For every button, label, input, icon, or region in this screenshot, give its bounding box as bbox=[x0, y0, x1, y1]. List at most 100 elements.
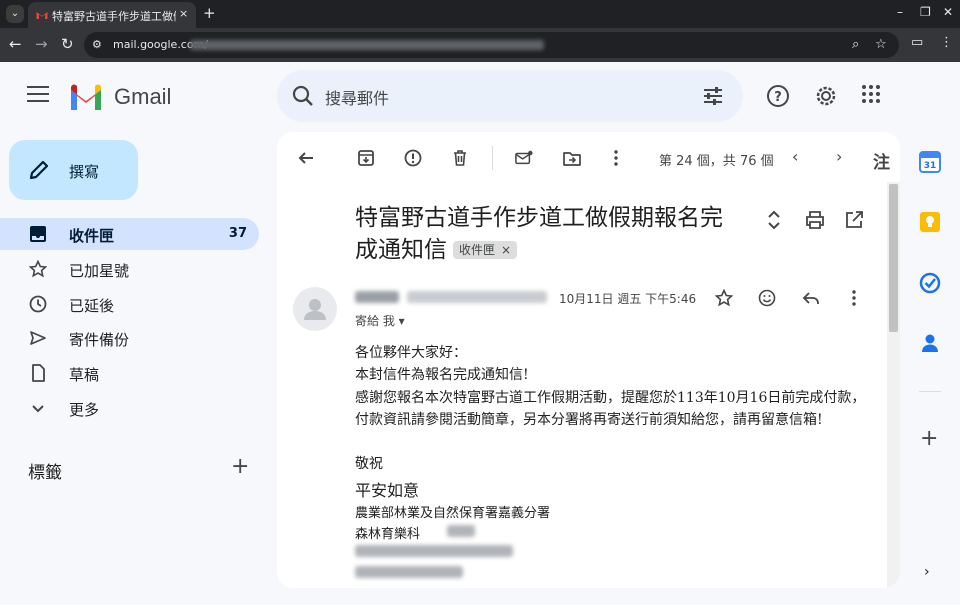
labels-heading: 標籤 bbox=[28, 463, 62, 483]
search-icon[interactable] bbox=[291, 84, 315, 108]
pencil-icon bbox=[29, 160, 49, 180]
body-line-3: 付款資訊請參閱活動簡章，另本分署將再寄送行前須知給您，請再留意信箱! bbox=[355, 412, 823, 428]
sender-email-redacted bbox=[407, 291, 547, 303]
pagination-text: 第 24 個，共 76 個 bbox=[659, 154, 774, 169]
browser-toolbar: ← → ↻ ⚙ mail.google.com/ ⌕ ☆ ▭ ⋮ bbox=[0, 28, 960, 62]
contacts-icon[interactable] bbox=[919, 332, 941, 354]
star-icon[interactable] bbox=[715, 289, 733, 307]
gmail-header: Gmail 搜尋郵件 ? bbox=[0, 62, 960, 132]
tab-title: 特富野古道手作步道工做假期報 bbox=[52, 10, 176, 23]
sidebar-item-snoozed[interactable]: 已延後 bbox=[0, 288, 259, 320]
browser-menu-icon[interactable]: ⋮ bbox=[940, 35, 953, 50]
signature-fax-redacted bbox=[355, 566, 463, 578]
recipient-details-toggle[interactable]: 寄給 我 ▾ bbox=[355, 312, 405, 329]
body-line-2: 感謝您報名本次特富野古道工作假期活動，提醒您於113年10月16日前完成付款， bbox=[355, 390, 866, 406]
person-icon bbox=[304, 299, 326, 320]
sidebar-item-sent[interactable]: 寄件備份 bbox=[0, 322, 259, 354]
add-label-button[interactable]: + bbox=[231, 454, 249, 479]
chevron-left-icon[interactable]: ‹ bbox=[792, 147, 798, 166]
main-menu-icon[interactable] bbox=[27, 86, 49, 106]
sidebar-item-label: 草稿 bbox=[69, 366, 100, 384]
signature-dept: 森林育樂科 bbox=[355, 527, 421, 542]
reload-icon[interactable]: ↻ bbox=[61, 35, 74, 53]
more-options-icon[interactable] bbox=[607, 149, 625, 167]
chevron-down-icon bbox=[32, 405, 44, 413]
gmail-logo-icon bbox=[71, 84, 101, 110]
tasks-icon[interactable] bbox=[919, 272, 941, 294]
minimize-button[interactable]: – bbox=[897, 5, 903, 19]
restore-button[interactable]: ❐ bbox=[920, 5, 931, 19]
emoji-reaction-icon[interactable] bbox=[758, 289, 776, 307]
sidebar-item-inbox[interactable]: 收件匣 37 bbox=[0, 218, 259, 250]
archive-icon[interactable] bbox=[357, 149, 375, 167]
browser-tab-strip: ⌄ 特富野古道手作步道工做假期報 × + – ❐ ✕ bbox=[0, 0, 960, 28]
url-redacted bbox=[190, 40, 544, 50]
svg-text:?: ? bbox=[774, 90, 782, 105]
back-to-inbox-icon[interactable] bbox=[297, 149, 315, 167]
compose-label: 撰寫 bbox=[69, 163, 100, 181]
chevron-right-icon[interactable]: › bbox=[836, 147, 842, 166]
show-side-panel-chevron-icon[interactable]: › bbox=[924, 564, 930, 580]
forward-arrow-icon[interactable]: → bbox=[35, 35, 48, 53]
report-spam-icon[interactable] bbox=[404, 149, 422, 167]
sidebar-item-more[interactable]: 更多 bbox=[0, 392, 259, 424]
new-tab-button[interactable]: + bbox=[203, 4, 216, 22]
help-icon[interactable]: ? bbox=[766, 84, 790, 108]
site-info-icon[interactable]: ⚙ bbox=[92, 38, 102, 51]
print-icon[interactable] bbox=[805, 210, 825, 230]
sender-name-redacted bbox=[355, 291, 399, 303]
expand-collapse-icon[interactable] bbox=[767, 210, 781, 230]
label-chip-text: 收件匣 bbox=[459, 243, 496, 257]
keep-notes-icon[interactable] bbox=[919, 211, 941, 233]
email-date: 10月11日 週五 下午5:46 bbox=[559, 292, 697, 306]
sidebar-item-label: 已延後 bbox=[69, 297, 115, 315]
body-wish: 平安如意 bbox=[355, 481, 420, 500]
back-arrow-icon[interactable]: ← bbox=[9, 35, 22, 53]
sidebar-item-starred[interactable]: 已加星號 bbox=[0, 253, 259, 285]
side-panel: 31 + › bbox=[900, 132, 960, 605]
body-closing: 敬祝 bbox=[355, 456, 383, 472]
search-bar[interactable]: 搜尋郵件 bbox=[277, 70, 743, 122]
email-view: 第 24 個，共 76 個 ‹ › 注 特富野古道手作步道工做假期報名完成通知信… bbox=[277, 132, 900, 588]
message-more-icon[interactable] bbox=[845, 289, 863, 307]
calendar-day: 31 bbox=[924, 161, 937, 171]
delete-trash-icon[interactable] bbox=[451, 149, 469, 167]
remove-label-button[interactable]: × bbox=[501, 243, 511, 257]
compose-button[interactable]: 撰寫 bbox=[9, 140, 138, 200]
signature-phone-redacted bbox=[355, 545, 513, 557]
sidebar-item-drafts[interactable]: 草稿 bbox=[0, 357, 259, 389]
sidebar-item-label: 更多 bbox=[69, 401, 100, 419]
send-icon bbox=[30, 331, 46, 345]
mark-unread-icon[interactable] bbox=[515, 149, 533, 167]
open-new-window-icon[interactable] bbox=[844, 210, 864, 230]
input-tools-button[interactable]: 注 bbox=[873, 148, 890, 173]
cast-icon[interactable]: ▭ bbox=[911, 35, 923, 50]
move-to-folder-icon[interactable] bbox=[563, 149, 581, 167]
tab-close-button[interactable]: × bbox=[179, 7, 188, 20]
search-input[interactable]: 搜尋郵件 bbox=[325, 85, 389, 109]
browser-tab[interactable]: 特富野古道手作步道工做假期報 × bbox=[28, 2, 196, 28]
get-addons-button[interactable]: + bbox=[920, 426, 938, 451]
gmail-favicon-icon bbox=[36, 12, 48, 19]
inbox-label-chip[interactable]: 收件匣 × bbox=[453, 241, 518, 259]
star-icon bbox=[29, 260, 47, 278]
address-bar[interactable]: ⚙ mail.google.com/ ⌕ ☆ bbox=[84, 32, 899, 58]
scrollbar-thumb[interactable] bbox=[889, 184, 898, 332]
reply-icon[interactable] bbox=[802, 289, 820, 307]
sidebar-item-label: 寄件備份 bbox=[69, 331, 130, 349]
tab-search-button[interactable]: ⌄ bbox=[6, 5, 24, 23]
side-panel-divider bbox=[919, 391, 941, 392]
inbox-icon bbox=[30, 226, 46, 242]
sender-avatar[interactable] bbox=[293, 287, 337, 331]
close-window-button[interactable]: ✕ bbox=[943, 5, 953, 19]
zoom-icon[interactable]: ⌕ bbox=[852, 37, 859, 52]
gmail-brand-text: Gmail bbox=[114, 84, 172, 109]
apps-grid-icon[interactable] bbox=[861, 84, 881, 104]
calendar-icon[interactable]: 31 bbox=[919, 151, 941, 173]
sidebar-item-label: 收件匣 bbox=[69, 227, 115, 245]
email-subject: 特富野古道手作步道工做假期報名完成通知信 收件匣 × bbox=[355, 202, 745, 266]
search-options-icon[interactable] bbox=[702, 85, 724, 107]
sidebar: 撰寫 收件匣 37 已加星號 已延後 寄件備份 草稿 更多 標籤 + bbox=[0, 132, 270, 605]
settings-gear-icon[interactable] bbox=[814, 84, 838, 108]
bookmark-star-icon[interactable]: ☆ bbox=[875, 37, 887, 52]
